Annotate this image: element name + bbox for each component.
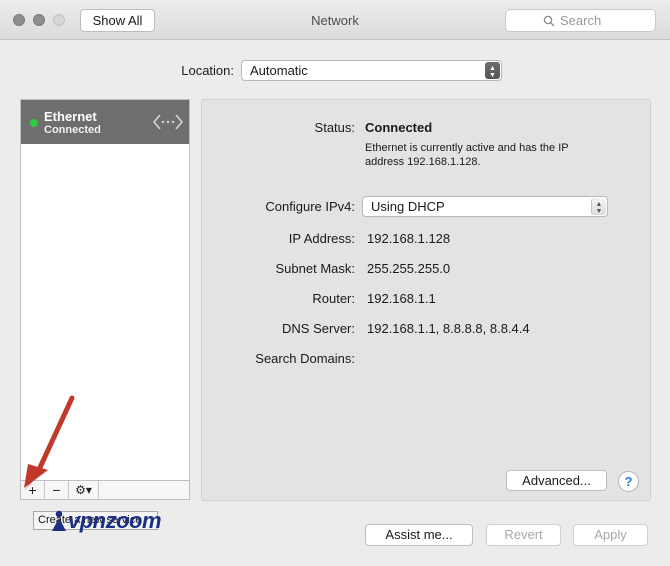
configure-ipv4-select[interactable]: Using DHCP ▲ ▼: [362, 196, 608, 217]
location-value: Automatic: [250, 63, 308, 78]
status-dot-icon: [30, 119, 38, 127]
search-placeholder: Search: [560, 13, 602, 28]
configure-ipv4-label: Configure IPv4:: [265, 199, 355, 214]
subnet-mask-label: Subnet Mask:: [275, 261, 356, 276]
search-icon: [543, 15, 555, 27]
service-status: Connected: [44, 124, 101, 136]
search-domains-label: Search Domains:: [255, 351, 355, 366]
status-label: Status:: [314, 120, 355, 135]
subnet-mask-value: 255.255.255.0: [367, 261, 451, 276]
location-select[interactable]: Automatic ▲ ▼: [241, 60, 502, 81]
status-description-line2: address 192.168.1.128.: [365, 156, 481, 168]
apply-button[interactable]: Apply: [573, 524, 648, 546]
service-name: Ethernet: [44, 109, 97, 124]
service-item-ethernet[interactable]: Ethernet Connected: [21, 100, 189, 144]
assist-me-button[interactable]: Assist me...: [365, 524, 473, 546]
annotation-arrow-icon: [23, 395, 75, 492]
router-value: 192.168.1.1: [367, 291, 436, 306]
select-arrows-icon: ▲ ▼: [485, 62, 500, 79]
dns-server-value: 192.168.1.1, 8.8.8.8, 8.8.4.4: [367, 321, 530, 336]
dns-server-label: DNS Server:: [282, 321, 355, 336]
configure-ipv4-value: Using DHCP: [371, 199, 445, 214]
search-input[interactable]: Search: [505, 9, 656, 32]
logo-text: vpnzoom: [68, 508, 162, 533]
status-description-line1: Ethernet is currently active and has the…: [365, 142, 569, 154]
status-value: Connected: [365, 120, 433, 135]
ip-address-label: IP Address:: [288, 231, 355, 246]
select-arrows-icon: ▲ ▼: [591, 198, 606, 215]
ethernet-icon: [153, 114, 183, 130]
advanced-button[interactable]: Advanced...: [506, 470, 607, 491]
title-bar: Show All Network Search: [0, 0, 670, 40]
person-logo-icon: [52, 510, 66, 531]
help-button[interactable]: ?: [618, 471, 639, 492]
vpnzoom-logo: vpnzoom: [50, 508, 162, 534]
location-label: Location:: [181, 63, 234, 78]
ip-address-value: 192.168.1.128: [367, 231, 451, 246]
router-label: Router:: [312, 291, 355, 306]
revert-button[interactable]: Revert: [486, 524, 561, 546]
